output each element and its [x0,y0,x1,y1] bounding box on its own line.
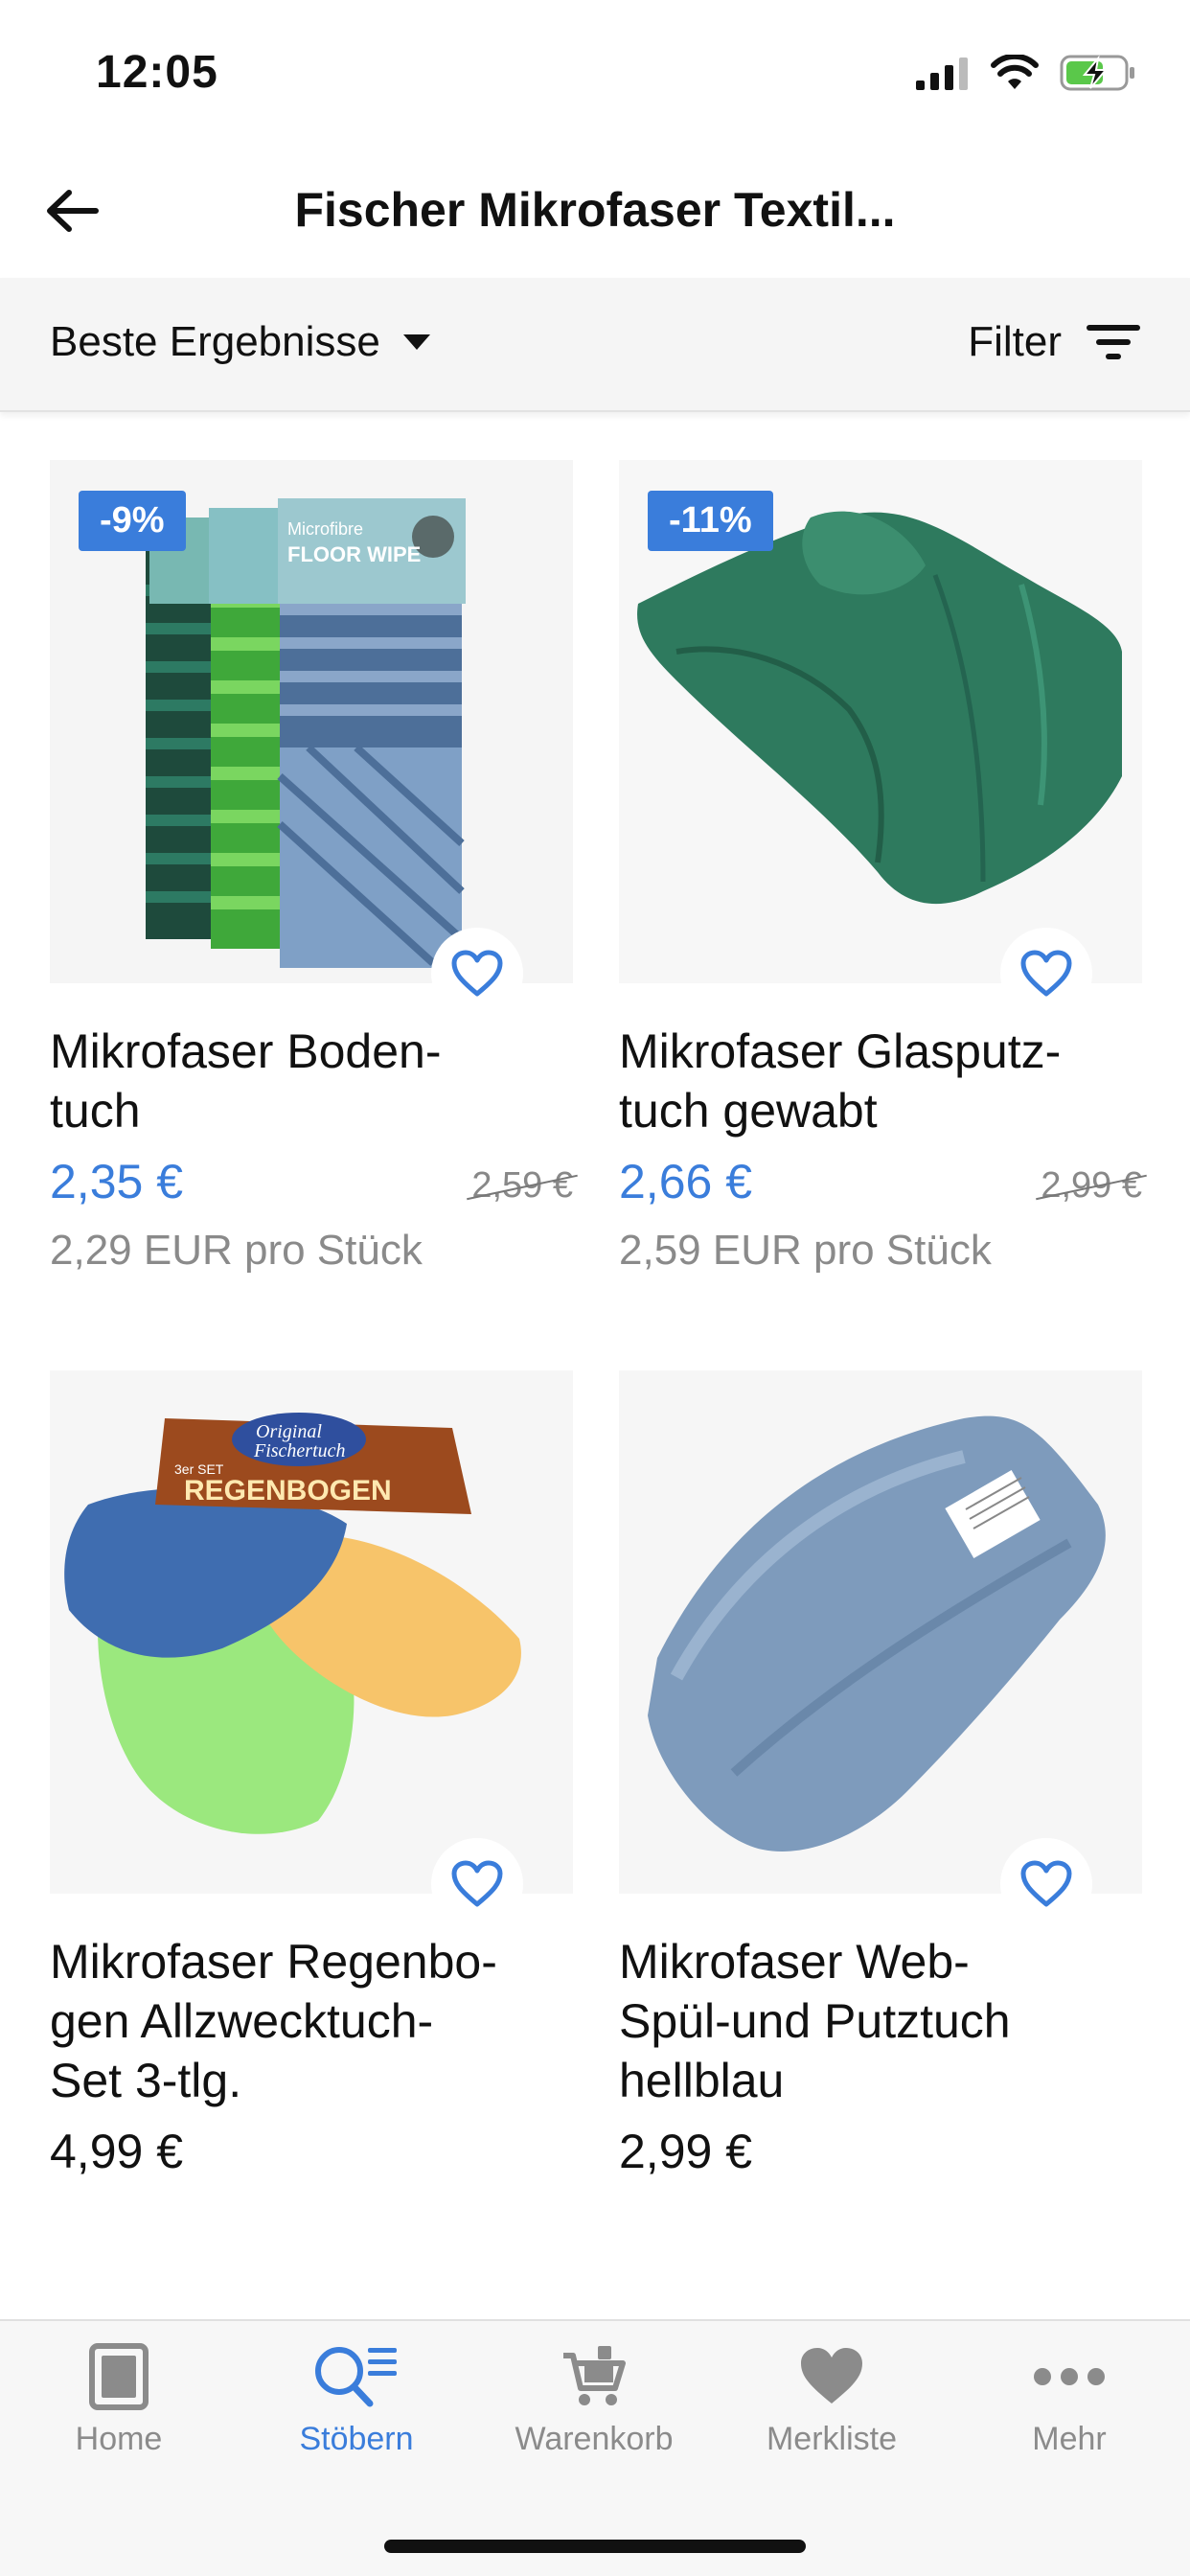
page-title: Fischer Mikrofaser Textil... [294,183,896,237]
tab-label: Merkliste [766,2421,898,2457]
product-title[interactable]: Mikrofaser Regenbo- gen Allzwecktuch- Se… [50,1932,573,2110]
sort-label: Beste Ergebnisse [50,318,380,365]
filter-label: Filter [968,318,1062,365]
cart-icon [563,2346,626,2405]
home-icon [89,2343,149,2410]
old-price: 2,59 € [467,1165,578,1207]
product-title[interactable]: Mikrofaser Glasputz- tuch gewabt [619,1022,1142,1140]
price-row: 2,99 € [619,2124,1142,2187]
signal-icon [916,58,968,90]
sort-filter-bar: Beste Ergebnisse Filter [0,278,1190,412]
product-price: 4,99 € [50,2125,184,2178]
search-list-icon [315,2347,397,2407]
tab-mehr[interactable]: Mehr [950,2342,1188,2458]
unit-price: 2,29 EUR pro Stück [50,1227,423,1274]
pack-brand-text: Original [256,1421,322,1442]
product-card[interactable]: Original Fischertuch 3er SET REGENBOGEN … [50,1370,573,2187]
product-price: 2,35 € [50,1155,184,1208]
tab-bar: Home Stöbern Warenkorb Merkliste Mehr [0,2319,1190,2576]
favorite-button[interactable] [1000,928,1092,1020]
battery-charging-icon [1060,55,1134,91]
sort-dropdown[interactable]: Beste Ergebnisse [50,318,432,366]
price-row: 2,35 € 2,59 € [50,1154,578,1217]
heart-outline-icon [1020,1860,1072,1907]
home-indicator[interactable] [384,2540,806,2553]
wifi-icon [991,55,1039,89]
discount-badge: -9% [79,491,186,551]
heart-outline-icon [451,950,503,997]
product-price: 2,66 € [619,1155,753,1208]
heart-outline-icon [451,1860,503,1907]
nav-header: Fischer Mikrofaser Textil... [0,144,1190,278]
tab-label: Mehr [1032,2421,1107,2457]
favorite-button[interactable] [431,1838,523,1930]
favorite-button[interactable] [431,928,523,1020]
product-image: Microfibre FLOOR WIPE -9% [50,460,573,983]
tab-label: Warenkorb [515,2421,674,2457]
tab-merkliste[interactable]: Merkliste [713,2342,950,2458]
product-price: 2,99 € [619,2125,753,2178]
old-price: 2,99 € [1036,1165,1147,1207]
status-time: 12:05 [96,47,218,98]
product-image [619,1370,1142,1894]
price-row: 2,66 € 2,99 € [619,1154,1147,1217]
pack-brand-text: Fischertuch [253,1440,346,1461]
heart-outline-icon [1020,950,1072,997]
product-title[interactable]: Mikrofaser Web- Spül-und Putztuch hellbl… [619,1932,1142,2110]
product-card[interactable]: -11% Mikrofaser Glasputz- tuch gewabt 2,… [619,460,1147,1275]
product-card[interactable]: Microfibre FLOOR WIPE -9% Mikrofaser Bod… [50,460,578,1275]
arrow-left-icon [47,190,99,232]
status-icons [916,54,1136,92]
back-button[interactable] [34,172,111,249]
price-row: 4,99 € [50,2124,573,2187]
tab-home[interactable]: Home [0,2342,238,2458]
status-bar: 12:05 [0,0,1190,144]
pack-product-text: REGENBOGEN [184,1475,392,1506]
product-image: -11% [619,460,1142,983]
discount-badge: -11% [648,491,773,551]
tab-label: Home [75,2421,163,2457]
heart-icon [801,2348,862,2404]
favorite-button[interactable] [1000,1838,1092,1930]
blue-cloth-image [619,1370,1142,1894]
pack-brand-text: Microfibre [287,519,363,539]
tab-stoebern[interactable]: Stöbern [238,2342,475,2458]
product-image: Original Fischertuch 3er SET REGENBOGEN [50,1370,573,1894]
pack-product-text: FLOOR WIPE [287,542,421,566]
unit-price: 2,59 EUR pro Stück [619,1227,992,1274]
tab-label: Stöbern [299,2421,414,2457]
more-icon [1034,2368,1105,2385]
caret-down-icon [402,334,430,350]
tab-warenkorb[interactable]: Warenkorb [475,2342,713,2458]
filter-button[interactable]: Filter [968,318,1140,366]
rainbow-cloth-set-image: Original Fischertuch 3er SET REGENBOGEN [50,1370,573,1894]
product-card[interactable]: Mikrofaser Web- Spül-und Putztuch hellbl… [619,1370,1142,2187]
filter-lines-icon [1087,325,1140,359]
product-title[interactable]: Mikrofaser Boden- tuch [50,1022,573,1140]
